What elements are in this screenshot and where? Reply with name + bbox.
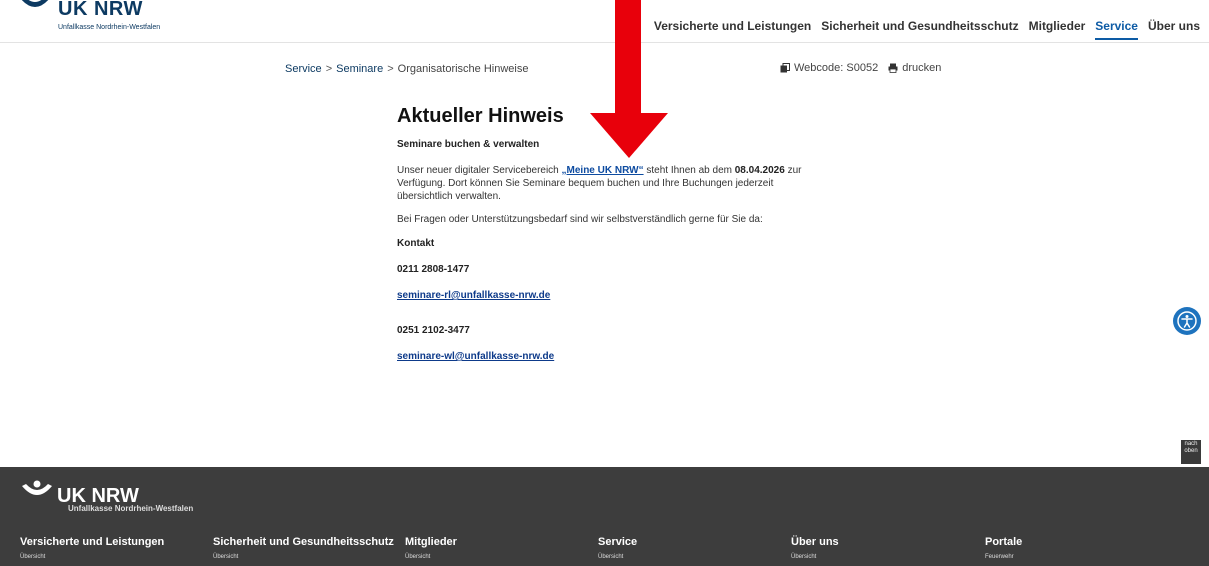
nav-sicherheit-gesundheitsschutz[interactable]: Sicherheit und Gesundheitsschutz: [821, 19, 1018, 40]
breadcrumb-service[interactable]: Service: [285, 63, 322, 75]
intro-text: steht Ihnen ab dem: [643, 165, 735, 176]
webcode: Webcode: S0052: [794, 62, 879, 74]
breadcrumb-separator: >: [325, 63, 333, 75]
breadcrumb-seminare[interactable]: Seminare: [336, 63, 383, 75]
logo-mark-icon: [21, 0, 49, 7]
red-arrow-icon: [590, 0, 668, 158]
footer-column-title[interactable]: Portale: [985, 536, 1022, 548]
phone-1: 0211 2808-1477: [397, 264, 470, 275]
footer-column: Service Übersicht: [598, 536, 637, 560]
footer-column-link[interactable]: Übersicht: [598, 554, 637, 560]
main-navigation: Versicherte und Leistungen Sicherheit un…: [654, 19, 1200, 40]
footer-column: Sicherheit und Gesundheitsschutz Übersic…: [213, 536, 394, 560]
footer-column-title[interactable]: Über uns: [791, 536, 839, 548]
footer-logo-icon[interactable]: [20, 480, 54, 502]
intro-paragraph: Unser neuer digitaler Servicebereich „Me…: [397, 164, 817, 203]
print-link[interactable]: drucken: [902, 62, 941, 74]
email-2-link[interactable]: seminare-wl@unfallkasse-nrw.de: [397, 351, 817, 362]
footer-column: Versicherte und Leistungen Übersicht: [20, 536, 164, 560]
nav-versicherte-leistungen[interactable]: Versicherte und Leistungen: [654, 19, 811, 40]
print-icon[interactable]: [888, 63, 898, 73]
accessibility-button[interactable]: [1173, 307, 1201, 335]
contact-label: Kontakt: [397, 238, 435, 249]
logo-subtitle: Unfallkasse Nordrhein-Westfalen: [58, 24, 161, 31]
footer-column-link[interactable]: Feuerwehr: [985, 554, 1022, 560]
page-meta: Webcode: S0052 drucken: [780, 62, 941, 74]
intro-date: 08.04.2026: [734, 165, 785, 176]
footer-column-title[interactable]: Service: [598, 536, 637, 548]
footer-logo-subtitle: Unfallkasse Nordrhein-Westfalen: [68, 504, 194, 513]
logo-title: UK NRW: [58, 0, 143, 20]
footer-column: Über uns Übersicht: [791, 536, 839, 560]
footer-column-link[interactable]: Übersicht: [213, 554, 394, 560]
phone-2: 0251 2102-3477: [397, 325, 470, 336]
footer-column-title[interactable]: Mitglieder: [405, 536, 457, 548]
footer-column-link[interactable]: Übersicht: [791, 554, 839, 560]
footer-column-link[interactable]: Übersicht: [20, 554, 164, 560]
breadcrumb-separator: >: [387, 63, 394, 75]
intro-text: Unser neuer digitaler Servicebereich: [397, 165, 562, 176]
footer-column-title[interactable]: Sicherheit und Gesundheitsschutz: [213, 536, 394, 548]
support-paragraph: Bei Fragen oder Unterstützungsbedarf sin…: [397, 214, 763, 225]
breadcrumb: Service > Seminare > Organisatorische Hinwei…: [285, 63, 528, 75]
footer-column-title[interactable]: Versicherte und Leistungen: [20, 536, 164, 548]
copy-icon[interactable]: [780, 63, 790, 73]
accessibility-icon: [1177, 311, 1197, 331]
nav-service[interactable]: Service: [1095, 19, 1138, 40]
breadcrumb-current: Organisatorische Hinweise: [397, 63, 529, 75]
site-footer: UK NRW Unfallkasse Nordrhein-Westfalen V…: [0, 467, 1209, 566]
nav-ueber-uns[interactable]: Über uns: [1148, 19, 1200, 40]
footer-column: Portale Feuerwehr: [985, 536, 1022, 560]
meine-uk-nrw-link[interactable]: „Meine UK NRW“: [562, 165, 644, 176]
email-1-link[interactable]: seminare-rl@unfallkasse-nrw.de: [397, 290, 817, 301]
back-to-top-button[interactable]: nach oben: [1181, 440, 1201, 464]
footer-column-link[interactable]: Übersicht: [405, 554, 457, 560]
footer-column: Mitglieder Übersicht: [405, 536, 457, 560]
nav-mitglieder[interactable]: Mitglieder: [1029, 19, 1086, 40]
